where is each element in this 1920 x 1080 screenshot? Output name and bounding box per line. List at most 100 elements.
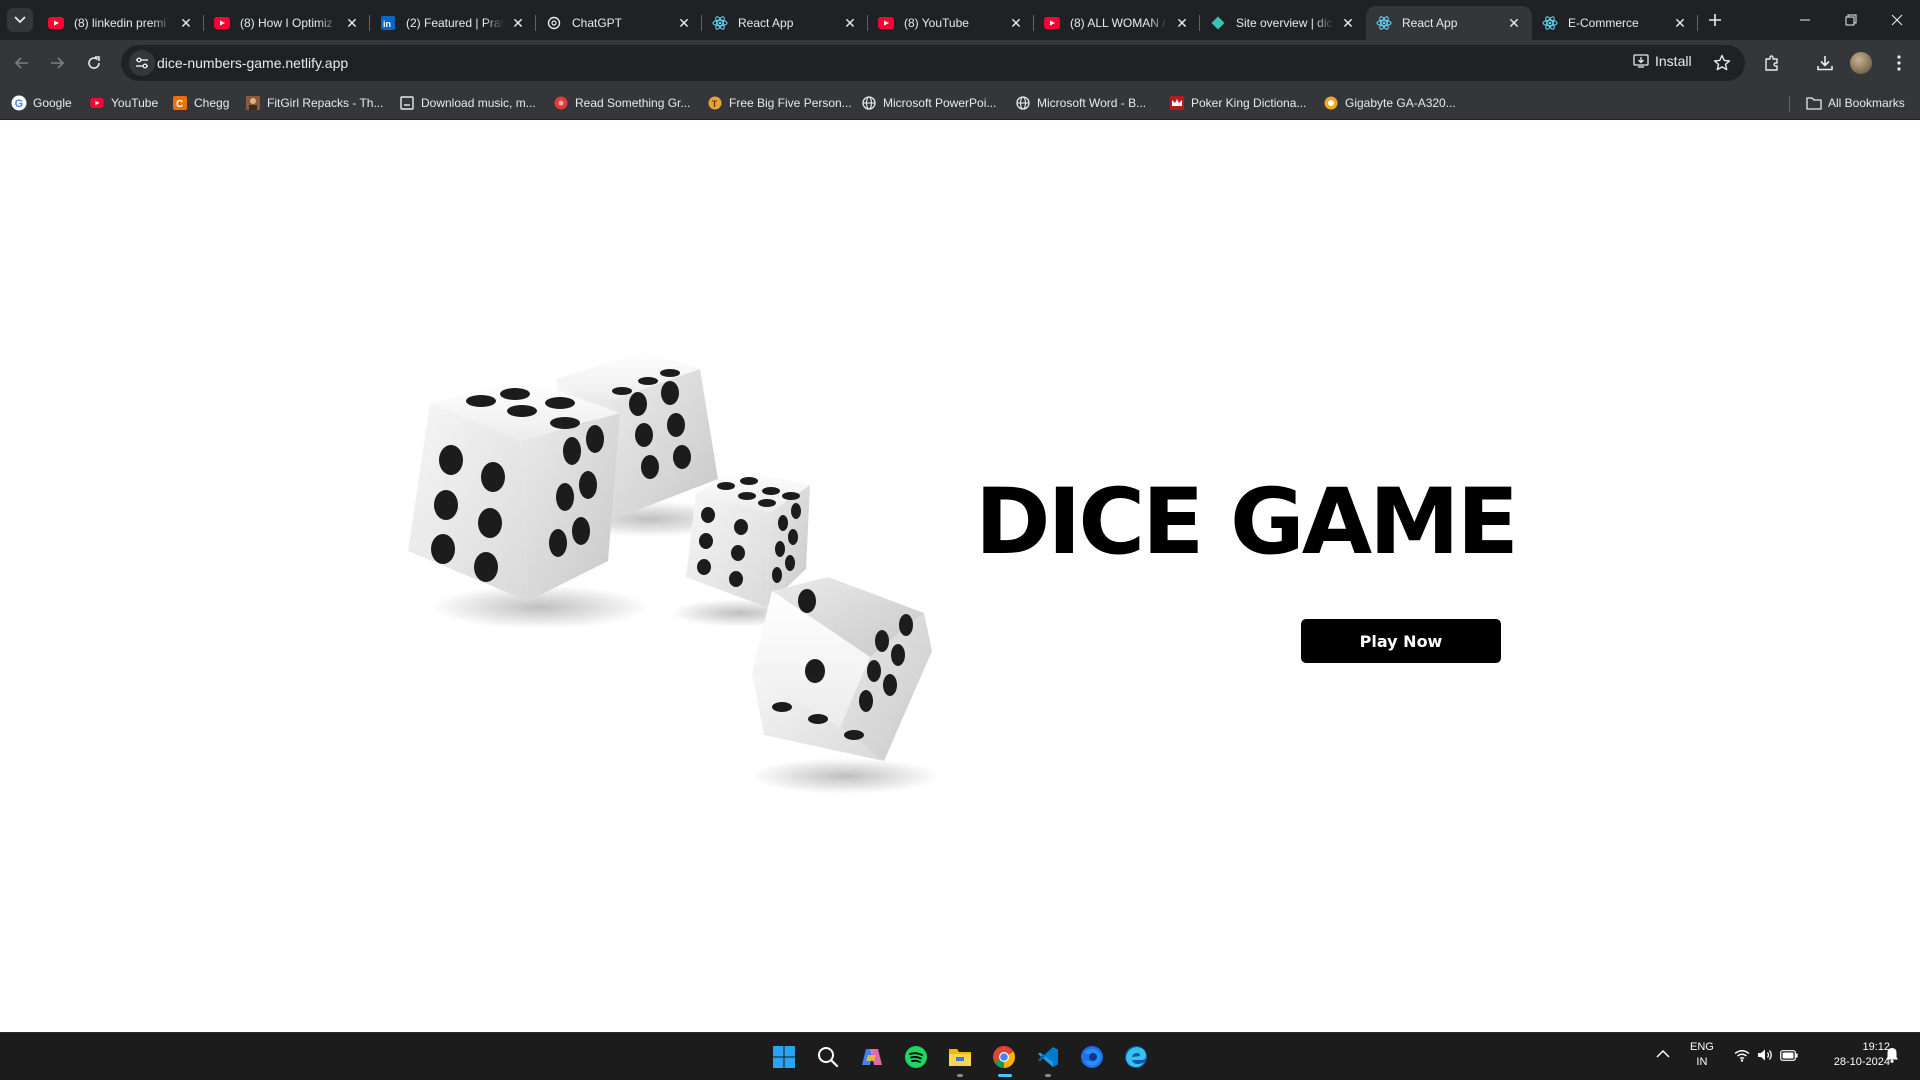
bookmark-big-five[interactable]: T Free Big Five Person... <box>707 94 852 112</box>
tab[interactable]: (8) linkedin premi ✕ <box>38 6 204 40</box>
url-text[interactable]: dice-numbers-game.netlify.app <box>157 55 348 71</box>
gigabyte-icon <box>1323 95 1339 111</box>
show-hidden-icons-button[interactable] <box>1656 1046 1670 1064</box>
close-tab-icon[interactable]: ✕ <box>1008 15 1024 31</box>
close-window-button[interactable] <box>1874 0 1920 40</box>
close-tab-icon[interactable]: ✕ <box>676 15 692 31</box>
test-site-icon: T <box>707 95 723 111</box>
tab[interactable]: in (2) Featured | Prat ✕ <box>370 6 536 40</box>
volume-icon[interactable] <box>1756 1047 1774 1063</box>
puzzle-icon <box>1765 55 1778 71</box>
tab[interactable]: (8) YouTube ✕ <box>868 6 1034 40</box>
more-vertical-icon <box>1897 55 1901 71</box>
close-tab-icon[interactable]: ✕ <box>344 15 360 31</box>
tab[interactable]: E-Commerce ✕ <box>1532 6 1698 40</box>
bookmark-star-button[interactable] <box>1713 54 1731 72</box>
close-tab-icon[interactable]: ✕ <box>510 15 526 31</box>
reload-button[interactable] <box>82 51 106 75</box>
running-indicator <box>1045 1074 1051 1077</box>
bookmark-label: Microsoft PowerPoi... <box>883 96 997 110</box>
system-clock[interactable]: 19:12 28-10-2024 <box>1810 1040 1890 1070</box>
bookmark-label: Chegg <box>194 96 230 110</box>
tab-title: E-Commerce <box>1568 16 1639 30</box>
die-bottom <box>750 577 940 794</box>
google-icon: G <box>11 95 27 111</box>
close-tab-icon[interactable]: ✕ <box>1506 15 1522 31</box>
tab[interactable]: (8) ALL WOMAN / ✕ <box>1034 6 1200 40</box>
vscode-icon[interactable] <box>1032 1041 1064 1077</box>
globe-icon <box>861 95 877 111</box>
browser-toolbar: dice-numbers-game.netlify.app Install <box>0 40 1920 86</box>
profile-button[interactable] <box>1850 52 1872 74</box>
bookmark-read-something[interactable]: Read Something Gr... <box>553 94 690 112</box>
notification-bell-icon[interactable] <box>1885 1047 1899 1068</box>
restore-icon <box>1845 14 1857 26</box>
extensions-button[interactable] <box>1761 52 1783 74</box>
bookmark-powerpoint[interactable]: Microsoft PowerPoi... <box>861 94 996 112</box>
tab[interactable]: React App ✕ <box>702 6 868 40</box>
bookmark-label: Google <box>33 96 72 110</box>
edge-icon[interactable] <box>1120 1041 1152 1073</box>
bookmark-google[interactable]: G Google <box>11 94 72 112</box>
close-tab-icon[interactable]: ✕ <box>178 15 194 31</box>
all-bookmarks-button[interactable]: All Bookmarks <box>1806 94 1905 112</box>
tab[interactable]: (8) How I Optimiz ✕ <box>204 6 370 40</box>
close-tab-icon[interactable]: ✕ <box>1672 15 1688 31</box>
clock-time: 19:12 <box>1862 1041 1890 1053</box>
wifi-icon[interactable] <box>1733 1047 1751 1063</box>
tab-strip: (8) linkedin premi ✕ (8) How I Optimiz ✕… <box>0 0 1920 40</box>
tab-title: Site overview | dic <box>1236 16 1333 30</box>
arrow-right-icon <box>51 57 65 69</box>
close-tab-icon[interactable]: ✕ <box>1174 15 1190 31</box>
new-tab-button[interactable] <box>1704 9 1726 31</box>
tab[interactable]: ChatGPT ✕ <box>536 6 702 40</box>
tab-title: React App <box>738 16 794 30</box>
spotify-icon[interactable] <box>900 1041 932 1073</box>
crown-icon <box>1169 95 1185 111</box>
globe-icon <box>1015 95 1031 111</box>
bookmark-word[interactable]: Microsoft Word - B... <box>1015 94 1146 112</box>
play-now-button[interactable]: Play Now <box>1301 619 1501 663</box>
search-icon[interactable] <box>812 1041 844 1073</box>
firefox-icon[interactable] <box>1076 1041 1108 1073</box>
downloads-button[interactable] <box>1814 52 1836 74</box>
bookmark-download-music[interactable]: Download music, m... <box>399 94 536 112</box>
bookmark-chegg[interactable]: C Chegg <box>172 94 229 112</box>
copilot-icon[interactable] <box>856 1041 888 1073</box>
tab[interactable]: Site overview | dic ✕ <box>1200 6 1366 40</box>
page-title: DICE GAME <box>975 470 1519 575</box>
chevron-down-icon <box>14 16 26 24</box>
language-region: IN <box>1696 1056 1708 1068</box>
browser-menu-button[interactable] <box>1888 52 1910 74</box>
forward-button[interactable] <box>45 51 69 75</box>
bookmark-poker-king[interactable]: Poker King Dictiona... <box>1169 94 1306 112</box>
close-tab-icon[interactable]: ✕ <box>842 15 858 31</box>
linkedin-icon: in <box>380 15 396 31</box>
tab-search-button[interactable] <box>7 8 33 32</box>
install-app-button[interactable]: Install <box>1633 53 1692 69</box>
minimize-button[interactable] <box>1782 0 1828 40</box>
battery-icon[interactable] <box>1780 1047 1798 1063</box>
restore-button[interactable] <box>1828 0 1874 40</box>
bookmarks-bar: G Google YouTube C Chegg FitGirl Repacks… <box>0 86 1920 120</box>
bookmark-gigabyte[interactable]: Gigabyte GA-A320... <box>1323 94 1456 112</box>
bookmark-fitgirl[interactable]: FitGirl Repacks - Th... <box>245 94 383 112</box>
chrome-icon[interactable] <box>988 1041 1020 1077</box>
bookmark-youtube[interactable]: YouTube <box>89 94 158 112</box>
input-language-indicator[interactable]: ENG IN <box>1690 1040 1714 1070</box>
back-button[interactable] <box>10 51 34 75</box>
windows-start-icon[interactable] <box>768 1041 800 1073</box>
tab-title: ChatGPT <box>572 16 623 30</box>
site-info-button[interactable] <box>129 50 155 76</box>
tab-active[interactable]: React App ✕ <box>1366 6 1532 40</box>
close-tab-icon[interactable]: ✕ <box>1340 15 1356 31</box>
youtube-icon <box>48 15 64 31</box>
taskbar <box>0 1032 1920 1080</box>
file-explorer-icon[interactable] <box>944 1041 976 1077</box>
tune-icon <box>136 57 148 69</box>
reload-icon <box>88 56 100 69</box>
chevron-up-icon <box>1656 1049 1670 1058</box>
address-bar[interactable]: dice-numbers-game.netlify.app Install <box>121 45 1745 81</box>
bookmark-label: Read Something Gr... <box>575 96 691 110</box>
bookmark-label: Download music, m... <box>421 96 536 110</box>
